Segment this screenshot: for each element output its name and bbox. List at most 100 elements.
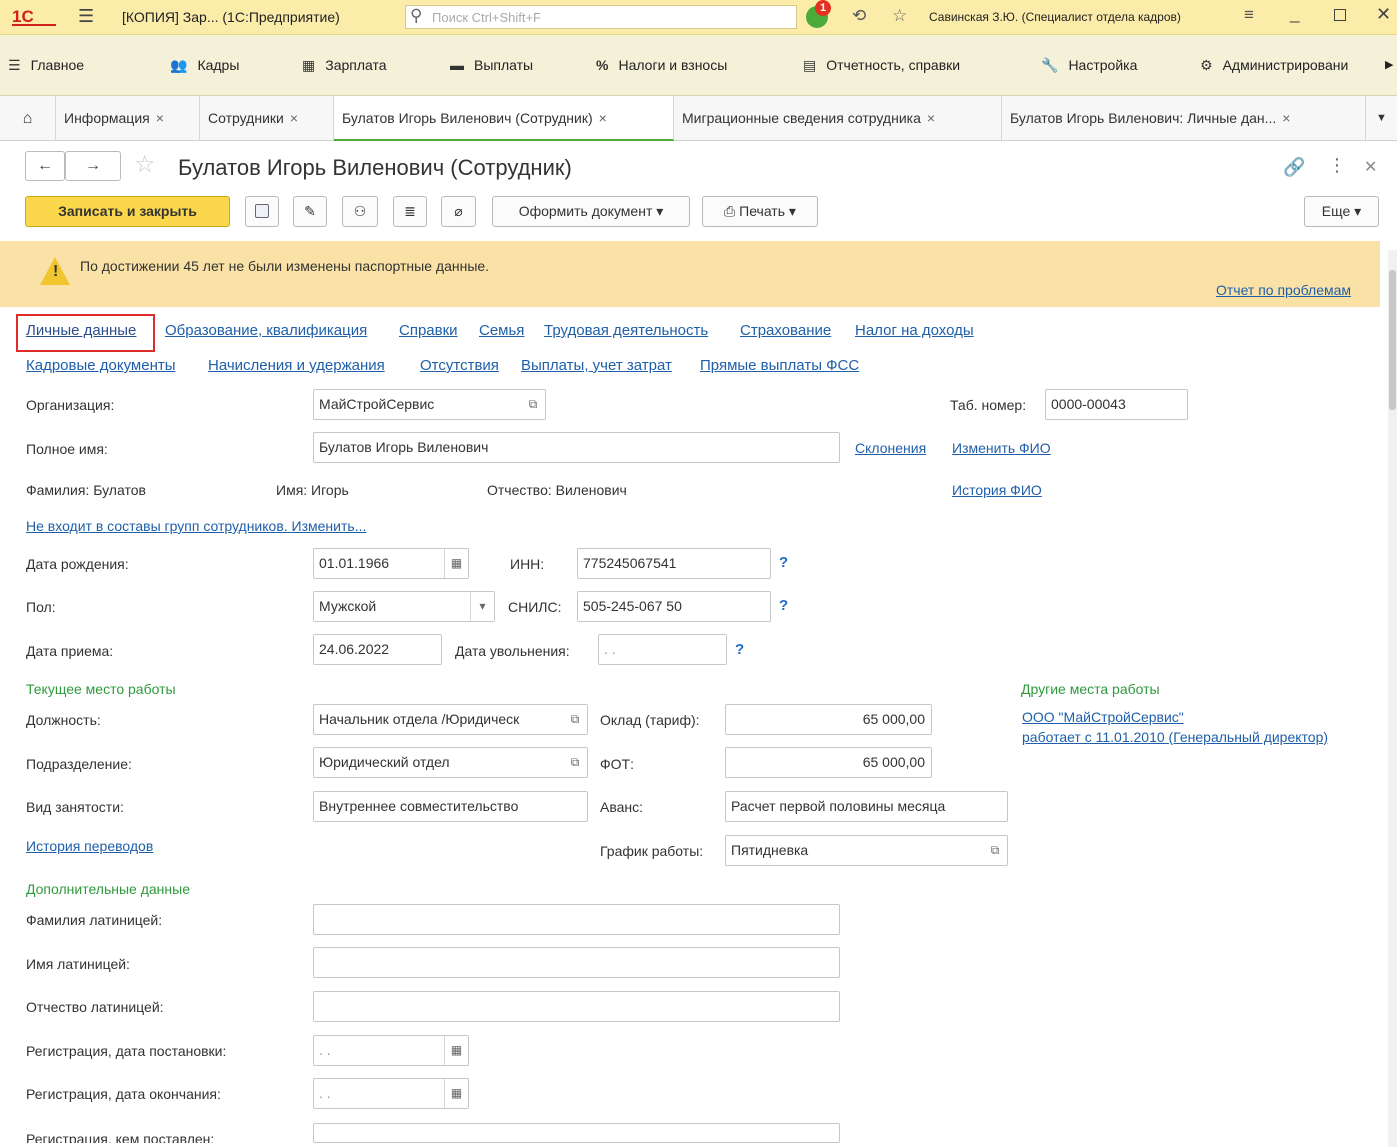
nav-absences[interactable]: Отсутствия bbox=[420, 357, 499, 374]
salary-field[interactable]: 65 000,00 bbox=[725, 704, 932, 735]
close-tab-icon[interactable]: × bbox=[156, 110, 164, 126]
tabs-dropdown-icon[interactable]: ▼ bbox=[1366, 96, 1397, 141]
print-button[interactable]: ⎙ Печать ▾ bbox=[702, 196, 818, 227]
section-main[interactable]: ☰ Главное bbox=[8, 35, 84, 96]
sex-select[interactable]: Мужской ▾ bbox=[313, 591, 495, 622]
problems-report-link[interactable]: Отчет по проблемам bbox=[1216, 282, 1351, 298]
section-salary[interactable]: ▦ Зарплата bbox=[302, 35, 387, 96]
hire-date-field[interactable]: 24.06.2022 bbox=[313, 634, 442, 665]
snils-field[interactable]: 505-245-067 50 bbox=[577, 591, 771, 622]
nav-hr-documents[interactable]: Кадровые документы bbox=[26, 357, 176, 374]
close-window-button[interactable]: ✕ bbox=[1376, 4, 1391, 25]
fot-field[interactable]: 65 000,00 bbox=[725, 747, 932, 778]
fire-date-field[interactable]: . . bbox=[598, 634, 727, 665]
fire-help-icon[interactable]: ? bbox=[735, 641, 744, 658]
open-icon[interactable]: ⧉ bbox=[563, 748, 587, 777]
vertical-scrollbar[interactable] bbox=[1388, 250, 1397, 1147]
favorites-icon[interactable]: ☆ bbox=[892, 6, 907, 26]
chevron-down-icon[interactable]: ▾ bbox=[470, 592, 494, 621]
open-icon[interactable]: ⧉ bbox=[521, 390, 545, 419]
more-button[interactable]: Еще ▾ bbox=[1304, 196, 1379, 227]
favorite-star-icon[interactable]: ☆ bbox=[134, 150, 156, 179]
open-icon[interactable]: ⧉ bbox=[983, 836, 1007, 865]
sign-icon[interactable]: ✎ bbox=[293, 196, 327, 227]
section-admin[interactable]: ⚙ Администрировани bbox=[1200, 35, 1348, 96]
close-form-icon[interactable]: ✕ bbox=[1364, 157, 1377, 177]
scrollbar-thumb[interactable] bbox=[1389, 270, 1396, 410]
snils-help-icon[interactable]: ? bbox=[779, 597, 788, 614]
calendar-icon[interactable]: ▦ bbox=[444, 1036, 468, 1065]
lat-name-field[interactable] bbox=[313, 947, 840, 978]
nav-work-activity[interactable]: Трудовая деятельность bbox=[544, 322, 708, 339]
make-document-button[interactable]: Оформить документ ▾ bbox=[492, 196, 690, 227]
reg-end-field[interactable]: . . ▦ bbox=[313, 1078, 469, 1109]
save-icon[interactable] bbox=[245, 196, 279, 227]
attach-icon[interactable]: ⌀ bbox=[441, 196, 476, 227]
more-icon[interactable]: ⋮ bbox=[1328, 155, 1346, 176]
lat-surname-field[interactable] bbox=[313, 904, 840, 935]
other-since-link[interactable]: работает с 11.01.2010 (Генеральный дирек… bbox=[1022, 729, 1328, 745]
section-taxes[interactable]: % Налоги и взносы bbox=[596, 35, 727, 96]
main-menu-icon[interactable]: ☰ bbox=[78, 6, 94, 27]
reg-start-field[interactable]: . . ▦ bbox=[313, 1035, 469, 1066]
employment-field[interactable]: Внутреннее совместительство bbox=[313, 791, 588, 822]
inn-help-icon[interactable]: ? bbox=[779, 554, 788, 571]
nav-payments-costs[interactable]: Выплаты, учет затрат bbox=[521, 357, 672, 374]
history-icon[interactable]: ⟲ bbox=[852, 6, 866, 26]
close-tab-icon[interactable]: × bbox=[1282, 110, 1290, 126]
other-org-link[interactable]: ООО "МайСтройСервис" bbox=[1022, 709, 1184, 725]
nav-income-tax[interactable]: Налог на доходы bbox=[855, 322, 974, 339]
back-button[interactable]: ← bbox=[25, 151, 65, 181]
sections-scroll-right-icon[interactable]: ▶ bbox=[1385, 35, 1393, 96]
current-user[interactable]: Савинская З.Ю. (Специалист отдела кадров… bbox=[929, 10, 1181, 24]
birth-date-field[interactable]: 01.01.1966 ▦ bbox=[313, 548, 469, 579]
inn-field[interactable]: 775245067541 bbox=[577, 548, 771, 579]
tab-personal-data[interactable]: Булатов Игорь Виленович: Личные дан... × bbox=[1002, 96, 1366, 141]
groups-link[interactable]: Не входит в составы групп сотрудников. И… bbox=[26, 518, 366, 534]
declensions-link[interactable]: Склонения bbox=[855, 440, 926, 456]
user-menu-icon[interactable]: ≡ bbox=[1244, 5, 1254, 25]
nav-personal-data[interactable]: Личные данные bbox=[26, 322, 136, 339]
tab-employee-card[interactable]: Булатов Игорь Виленович (Сотрудник) × bbox=[334, 96, 674, 141]
section-settings[interactable]: 🔧 Настройка bbox=[1041, 35, 1137, 96]
list-icon[interactable]: ≣ bbox=[393, 196, 427, 227]
nav-fss-payments[interactable]: Прямые выплаты ФСС bbox=[700, 357, 859, 374]
fullname-field[interactable]: Булатов Игорь Виленович bbox=[313, 432, 840, 463]
tab-employees[interactable]: Сотрудники × bbox=[200, 96, 334, 141]
nav-family[interactable]: Семья bbox=[479, 322, 524, 339]
calendar-icon[interactable]: ▦ bbox=[444, 1079, 468, 1108]
org-field[interactable]: МайСтройСервис ⧉ bbox=[313, 389, 546, 420]
section-hr[interactable]: 👥 Кадры bbox=[170, 35, 239, 96]
search-input[interactable]: ⚲ Поиск Ctrl+Shift+F bbox=[405, 5, 797, 29]
section-reports[interactable]: ▤ Отчетность, справки bbox=[803, 35, 960, 96]
position-field[interactable]: Начальник отдела /Юридическ ⧉ bbox=[313, 704, 588, 735]
related-icon[interactable]: ⚇ bbox=[342, 196, 378, 227]
calendar-icon[interactable]: ▦ bbox=[444, 549, 468, 578]
reg-by-field[interactable] bbox=[313, 1123, 840, 1143]
change-fio-link[interactable]: Изменить ФИО bbox=[952, 440, 1051, 456]
tab-migration-info[interactable]: Миграционные сведения сотрудника × bbox=[674, 96, 1002, 141]
nav-education[interactable]: Образование, квалификация bbox=[165, 322, 367, 339]
lat-patronymic-field[interactable] bbox=[313, 991, 840, 1022]
nav-accruals[interactable]: Начисления и удержания bbox=[208, 357, 385, 374]
forward-button[interactable]: → bbox=[65, 151, 121, 181]
section-payments[interactable]: ▬ Выплаты bbox=[450, 35, 533, 96]
save-close-button[interactable]: Записать и закрыть bbox=[25, 196, 230, 227]
nav-insurance[interactable]: Страхование bbox=[740, 322, 831, 339]
transfers-history-link[interactable]: История переводов bbox=[26, 838, 153, 854]
tab-number-field[interactable]: 0000-00043 bbox=[1045, 389, 1188, 420]
dept-field[interactable]: Юридический отдел ⧉ bbox=[313, 747, 588, 778]
advance-field[interactable]: Расчет первой половины месяца bbox=[725, 791, 1008, 822]
close-tab-icon[interactable]: × bbox=[290, 110, 298, 126]
schedule-field[interactable]: Пятидневка ⧉ bbox=[725, 835, 1008, 866]
minimize-button[interactable]: _ bbox=[1290, 4, 1299, 24]
link-icon[interactable]: 🔗 bbox=[1283, 157, 1305, 178]
close-tab-icon[interactable]: × bbox=[927, 110, 935, 126]
close-tab-icon[interactable]: × bbox=[599, 110, 607, 126]
nav-certificates[interactable]: Справки bbox=[399, 322, 458, 339]
maximize-button[interactable] bbox=[1334, 9, 1346, 21]
open-icon[interactable]: ⧉ bbox=[563, 705, 587, 734]
tab-information[interactable]: Информация × bbox=[56, 96, 200, 141]
home-tab[interactable]: ⌂ bbox=[0, 96, 56, 141]
fio-history-link[interactable]: История ФИО bbox=[952, 482, 1042, 498]
